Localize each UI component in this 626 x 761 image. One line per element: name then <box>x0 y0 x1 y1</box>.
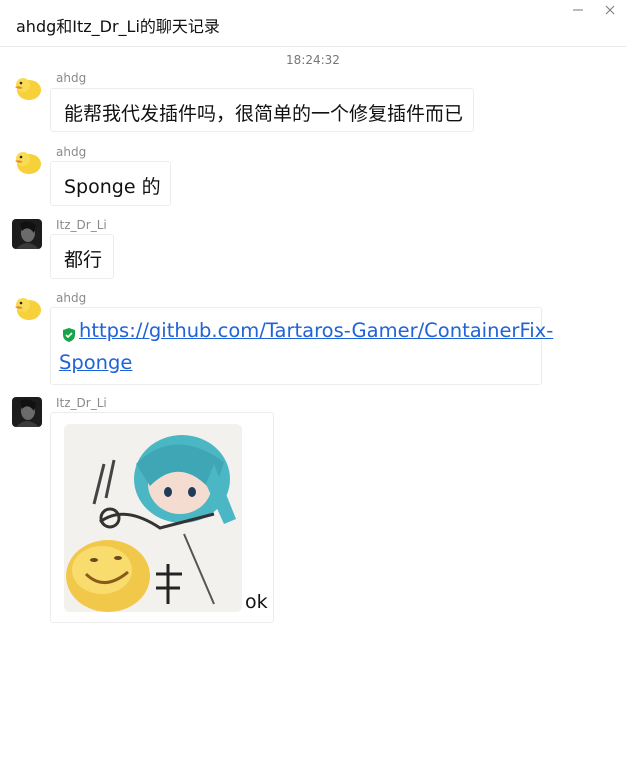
sticker-image[interactable] <box>64 424 242 612</box>
window-title: ahdg和Itz_Dr_Li的聊天记录 <box>16 17 220 36</box>
github-link[interactable]: https://github.com/Tartaros-Gamer/Contai… <box>79 319 553 342</box>
message-bubble[interactable]: 能帮我代发插件吗，很简单的一个修复插件而已 <box>50 88 474 132</box>
message-text: ok <box>245 591 268 613</box>
sender-name: ahdg <box>56 71 87 85</box>
message-timestamp: 18:24:32 <box>286 53 340 67</box>
message-text: 都行 <box>64 249 103 271</box>
message-bubble[interactable]: 都行 <box>50 234 114 279</box>
shield-check-icon <box>61 326 77 342</box>
sender-name: ahdg <box>56 291 87 305</box>
duck-avatar[interactable] <box>12 292 42 322</box>
title-bar: ahdg和Itz_Dr_Li的聊天记录 <box>0 0 626 47</box>
message-text: Sponge 的 <box>64 176 161 198</box>
minimize-icon[interactable] <box>569 4 587 22</box>
duck-avatar[interactable] <box>12 72 42 102</box>
github-link-continuation[interactable]: Sponge <box>59 351 132 374</box>
sender-name: Itz_Dr_Li <box>56 396 107 410</box>
message-text: 能帮我代发插件吗，很简单的一个修复插件而已 <box>64 103 464 125</box>
duck-avatar[interactable] <box>12 146 42 176</box>
message-bubble[interactable]: Sponge 的 <box>50 161 171 206</box>
dark-portrait-avatar[interactable] <box>12 397 42 427</box>
close-icon[interactable] <box>601 4 619 22</box>
sender-name: ahdg <box>56 145 87 159</box>
message-bubble[interactable]: https://github.com/Tartaros-Gamer/Contai… <box>50 307 553 385</box>
message-bubble[interactable]: ok <box>50 412 274 623</box>
dark-portrait-avatar[interactable] <box>12 219 42 249</box>
sender-name: Itz_Dr_Li <box>56 218 107 232</box>
